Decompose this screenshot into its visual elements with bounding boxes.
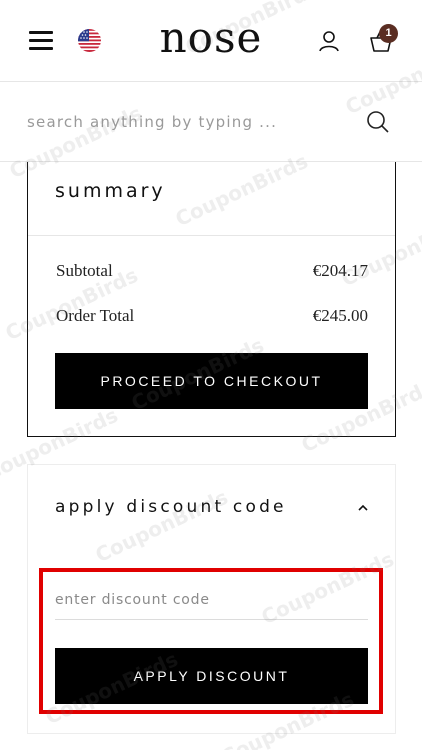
- brand-logo[interactable]: nose: [150, 12, 272, 64]
- search-input[interactable]: [27, 110, 347, 134]
- order-summary-card: summary Subtotal €204.17 Order Total €24…: [27, 162, 396, 437]
- user-icon[interactable]: [318, 30, 340, 52]
- subtotal-value: €204.17: [312, 261, 368, 280]
- subtotal-label: Subtotal: [56, 261, 113, 280]
- proceed-to-checkout-button[interactable]: PROCEED TO CHECKOUT: [55, 353, 368, 409]
- cart-count-badge: 1: [379, 24, 398, 43]
- summary-divider: [28, 235, 395, 236]
- hamburger-menu-icon[interactable]: [29, 30, 53, 50]
- discount-section-title[interactable]: apply discount code: [55, 497, 287, 517]
- discount-code-input[interactable]: [55, 580, 368, 620]
- search-icon[interactable]: [366, 110, 390, 134]
- chevron-up-icon[interactable]: [357, 501, 369, 513]
- us-flag-icon[interactable]: [78, 29, 101, 52]
- order-total-value: €245.00: [312, 306, 368, 325]
- site-header: nose 1: [0, 0, 422, 82]
- apply-discount-button[interactable]: APPLY DISCOUNT: [55, 648, 368, 704]
- search-bar: [0, 82, 422, 162]
- order-total-label: Order Total: [56, 306, 135, 325]
- summary-title: summary: [55, 180, 166, 202]
